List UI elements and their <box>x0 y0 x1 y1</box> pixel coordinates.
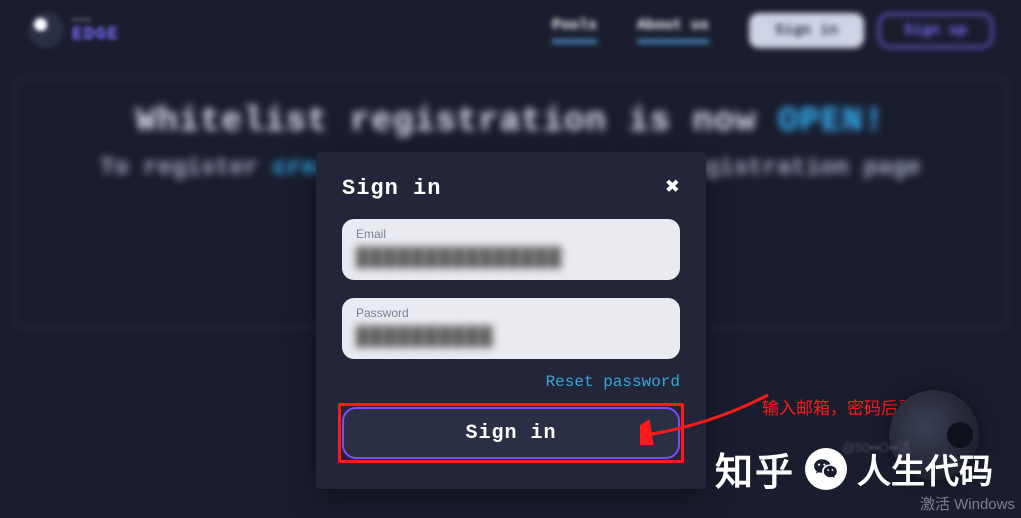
zhihu-watermark: 知乎 人生代码 <box>715 441 993 496</box>
top-nav: Pools About us <box>552 17 709 43</box>
logo-icon <box>28 12 64 48</box>
password-field[interactable]: Password ██████████ <box>342 298 680 359</box>
email-field[interactable]: Email ███████████████ <box>342 219 680 280</box>
signin-modal: Sign in ✖ Email ███████████████ Password… <box>316 152 706 489</box>
header-signup-button[interactable]: Sign up <box>878 13 993 48</box>
auth-buttons: Sign in Sign up <box>749 13 993 48</box>
close-icon[interactable]: ✖ <box>666 177 680 201</box>
email-label: Email <box>356 227 666 241</box>
nav-about[interactable]: About us <box>637 17 709 43</box>
modal-title: Sign in <box>342 176 441 201</box>
nav-pools[interactable]: Pools <box>552 17 597 43</box>
activate-windows: 激活 Windows <box>920 493 1015 514</box>
header-signin-button[interactable]: Sign in <box>749 13 864 48</box>
banner-text-1: Whitelist registration is now <box>136 103 778 141</box>
banner-line1: Whitelist registration is now OPEN! <box>35 103 986 141</box>
banner-text-2a: To register <box>100 155 273 182</box>
password-label: Password <box>356 306 666 320</box>
email-value: ███████████████ <box>356 247 666 268</box>
app-header: ——— EDGE Pools About us Sign in Sign up <box>0 0 1021 60</box>
reset-password-link[interactable]: Reset password <box>546 373 680 391</box>
zhihu-text: 知乎 <box>715 441 795 496</box>
brand-top: ——— <box>72 15 119 25</box>
brand-logo: ——— EDGE <box>28 12 119 48</box>
wechat-icon <box>805 448 847 490</box>
submit-wrap: Sign in <box>342 407 680 459</box>
banner-open: OPEN! <box>778 103 885 141</box>
signin-button[interactable]: Sign in <box>342 407 680 459</box>
brand-name: EDGE <box>72 25 119 45</box>
watermark-tail: 人生代码 <box>857 444 993 493</box>
password-value: ██████████ <box>356 326 666 347</box>
